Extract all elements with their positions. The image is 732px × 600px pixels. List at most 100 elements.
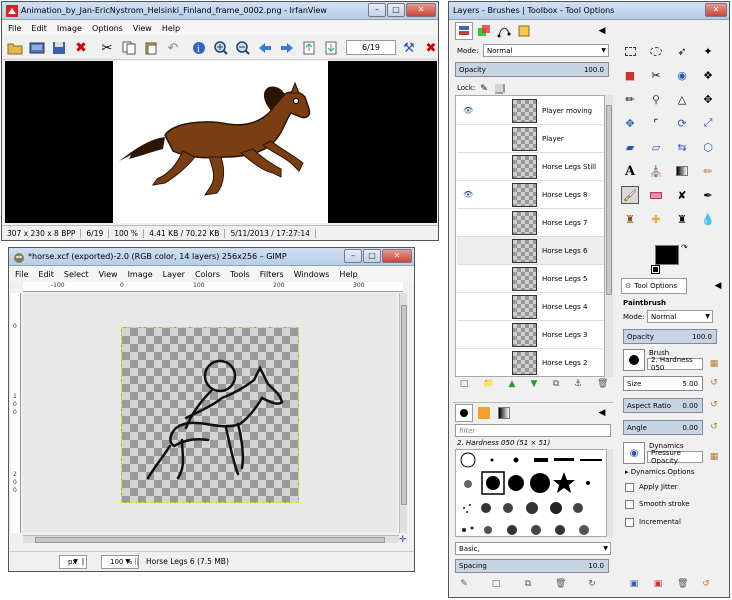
flip-icon[interactable]: ⇆ bbox=[673, 138, 691, 156]
zoom-in-icon[interactable] bbox=[212, 39, 230, 57]
gimp-menu-view[interactable]: View bbox=[99, 270, 118, 279]
gimp-menu-windows[interactable]: Windows bbox=[294, 270, 330, 279]
edit-brush-icon[interactable]: ✎ bbox=[459, 579, 469, 589]
brush-name-field[interactable]: 2. Hardness 050 bbox=[647, 356, 703, 372]
edit-dynamics-icon[interactable]: ▦ bbox=[705, 448, 723, 466]
new-layer-icon[interactable]: □ bbox=[459, 379, 469, 389]
perspective-clone-icon[interactable]: ♜ bbox=[673, 210, 691, 228]
menu-file[interactable]: File bbox=[8, 24, 21, 33]
eraser-icon[interactable] bbox=[647, 186, 665, 204]
incremental-checkbox[interactable] bbox=[625, 518, 634, 527]
aspect-reset-icon[interactable]: ↺ bbox=[705, 396, 723, 414]
gimp-menu-select[interactable]: Select bbox=[64, 270, 89, 279]
new-layer-group-icon[interactable]: 📁 bbox=[483, 379, 494, 389]
layer-row[interactable]: 👁 Horse Legs 8 bbox=[457, 181, 604, 209]
gimp-maximize-button[interactable]: □ bbox=[363, 249, 381, 263]
gimp-close-button[interactable]: ✕ bbox=[382, 249, 412, 263]
duplicate-brush-icon[interactable]: ⧉ bbox=[523, 579, 533, 589]
heal-icon[interactable]: ✚ bbox=[647, 210, 665, 228]
brush-filter-input[interactable]: filter bbox=[455, 424, 611, 437]
horizontal-scrollbar[interactable] bbox=[23, 535, 399, 543]
edit-brush-options-icon[interactable]: ▦ bbox=[705, 355, 723, 373]
layer-row[interactable]: Horse Legs 3 bbox=[457, 321, 604, 349]
ink-icon[interactable]: ✒ bbox=[699, 186, 717, 204]
layers-scroll-thumb[interactable] bbox=[606, 105, 612, 295]
menu-view[interactable]: View bbox=[133, 24, 152, 33]
aspect-ratio-slider[interactable]: Aspect Ratio 0.00 bbox=[623, 398, 703, 413]
save-icon[interactable] bbox=[50, 39, 68, 57]
zoom-out-icon[interactable] bbox=[234, 39, 252, 57]
info-icon[interactable]: i bbox=[190, 39, 208, 57]
measure-icon[interactable]: △ bbox=[673, 90, 691, 108]
dynamics-preview-button[interactable]: ◉ bbox=[623, 442, 645, 464]
gimp-menu-edit[interactable]: Edit bbox=[38, 270, 54, 279]
gimp-minimize-button[interactable]: – bbox=[344, 249, 362, 263]
layer-mode-select[interactable]: Normal ▼ bbox=[483, 44, 609, 57]
anchor-layer-icon[interactable]: ⚓ bbox=[573, 379, 583, 389]
dock-title-bar[interactable]: Layers - Brushes | Toolbox - Tool Option… bbox=[449, 2, 729, 20]
angle-slider[interactable]: Angle 0.00 bbox=[623, 420, 703, 435]
minimize-button[interactable]: – bbox=[368, 3, 386, 17]
align-icon[interactable]: ✥ bbox=[621, 114, 639, 132]
maximize-button[interactable]: □ bbox=[387, 3, 405, 17]
delete-layer-icon[interactable]: 🗑 bbox=[597, 379, 608, 389]
layer-row[interactable]: Horse Legs 4 bbox=[457, 293, 604, 321]
paths-tab-icon[interactable] bbox=[495, 22, 513, 40]
cage-transform-icon[interactable]: ⬡ bbox=[699, 138, 717, 156]
menu-help[interactable]: Help bbox=[162, 24, 180, 33]
eye-icon[interactable]: 👁 bbox=[463, 106, 475, 115]
previous-arrow-icon[interactable] bbox=[256, 39, 274, 57]
open-folder-icon[interactable] bbox=[6, 39, 24, 57]
color-picker-icon[interactable]: ✏ bbox=[621, 90, 639, 108]
scissors-select-icon[interactable]: ✂ bbox=[647, 66, 665, 84]
thumbnails-icon[interactable] bbox=[28, 39, 46, 57]
brushes-menu-icon[interactable]: ◀ bbox=[593, 404, 611, 422]
layers-scrollbar[interactable] bbox=[605, 95, 613, 377]
layer-canvas[interactable] bbox=[121, 327, 299, 503]
close-button[interactable]: ✕ bbox=[406, 3, 436, 17]
shear-icon[interactable]: ▰ bbox=[621, 138, 639, 156]
new-brush-icon[interactable]: □ bbox=[491, 579, 501, 589]
layer-row[interactable]: 👁 Player moving bbox=[457, 97, 604, 125]
tool-opacity-slider[interactable]: Opacity 100.0 bbox=[623, 329, 717, 344]
default-colors-icon[interactable] bbox=[651, 265, 660, 274]
duplicate-layer-icon[interactable]: ⧉ bbox=[551, 379, 561, 389]
reset-options-icon[interactable]: ↺ bbox=[701, 579, 711, 589]
rotate-icon[interactable]: ⟳ bbox=[673, 114, 691, 132]
exit-icon[interactable]: ✖ bbox=[422, 39, 438, 57]
scale-icon[interactable]: ⤢ bbox=[699, 114, 717, 132]
lower-layer-icon[interactable]: ▼ bbox=[529, 379, 539, 389]
layer-row[interactable]: Horse Legs 2 bbox=[457, 349, 604, 376]
layer-row[interactable]: Horse Legs 5 bbox=[457, 265, 604, 293]
gimp-menu-file[interactable]: File bbox=[15, 270, 28, 279]
layer-row[interactable]: Horse Legs 7 bbox=[457, 209, 604, 237]
tool-options-tab[interactable]: ⚙ Tool Options bbox=[621, 278, 687, 294]
pencil-icon[interactable]: ✏ bbox=[699, 162, 717, 180]
undo-icon[interactable]: ↶ bbox=[164, 39, 182, 57]
crop-icon[interactable]: ⌜ bbox=[647, 114, 665, 132]
layers-tab-icon[interactable] bbox=[455, 22, 473, 40]
brush-presets[interactable] bbox=[456, 450, 607, 537]
size-reset-icon[interactable]: ↺ bbox=[705, 374, 723, 392]
delete-options-icon[interactable]: 🗑 bbox=[677, 579, 688, 589]
layer-row-selected[interactable]: Horse Legs 6 bbox=[457, 237, 604, 265]
delete-icon[interactable]: ✖ bbox=[72, 39, 90, 57]
text-icon[interactable]: A bbox=[621, 162, 639, 180]
blend-icon[interactable] bbox=[673, 162, 691, 180]
free-select-icon[interactable]: ➶ bbox=[673, 42, 691, 60]
gimp-menu-help[interactable]: Help bbox=[339, 270, 357, 279]
gimp-title-bar[interactable]: *horse.xcf (exported)-2.0 (RGB color, 14… bbox=[9, 248, 414, 266]
raise-layer-icon[interactable]: ▲ bbox=[507, 379, 517, 389]
layer-row[interactable]: Player bbox=[457, 125, 604, 153]
refresh-brushes-icon[interactable]: ↻ bbox=[587, 579, 597, 589]
unit-selector[interactable]: px ▼ bbox=[59, 554, 87, 569]
perspective-icon[interactable]: ▱ bbox=[647, 138, 665, 156]
first-page-icon[interactable] bbox=[300, 39, 318, 57]
dock-close-button[interactable]: ✕ bbox=[705, 3, 727, 17]
settings-tools-icon[interactable]: ⚒ bbox=[400, 39, 418, 57]
foreground-color-swatch[interactable] bbox=[655, 245, 679, 265]
ellipse-select-icon[interactable] bbox=[647, 42, 665, 60]
swap-colors-icon[interactable]: ↷ bbox=[681, 243, 688, 252]
clone-icon[interactable]: ♜ bbox=[621, 210, 639, 228]
gimp-canvas-area[interactable] bbox=[23, 293, 397, 533]
